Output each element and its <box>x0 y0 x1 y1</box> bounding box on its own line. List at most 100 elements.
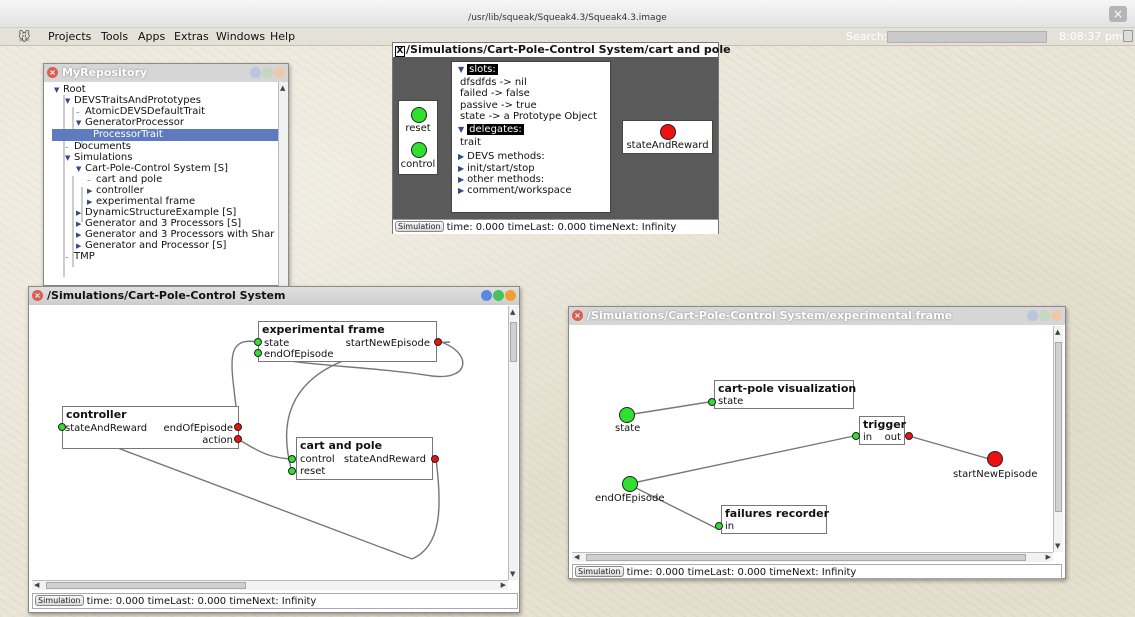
ef-window-title-bar[interactable]: × /Simulations/Cart-Pole-Control System/… <box>569 307 1065 325</box>
close-icon[interactable]: X <box>395 46 405 57</box>
menu-apps[interactable]: Apps <box>138 30 165 43</box>
scroll-up-icon[interactable]: ▲ <box>280 84 285 92</box>
scroll-thumb[interactable] <box>1055 342 1062 512</box>
tree-item-generator-processor[interactable]: ▼ GeneratorProcessor <box>76 117 184 130</box>
inspector-title-bar[interactable]: X/Simulations/Cart-Pole-Control System/c… <box>393 43 731 57</box>
tree-item-gen-proc[interactable]: ▶ Generator and Processor [S] <box>76 240 226 253</box>
scroll-right-icon[interactable]: ▶ <box>1046 553 1051 561</box>
squeak-logo-icon[interactable]: 🐭 <box>18 30 31 44</box>
system-horizontal-scrollbar[interactable]: ◀ ▶ <box>32 580 508 590</box>
scroll-left-icon[interactable]: ◀ <box>574 553 579 561</box>
chevron-right-icon[interactable]: ▶ <box>458 164 464 173</box>
chevron-down-icon[interactable]: ▼ <box>458 65 464 74</box>
chevron-down-icon[interactable]: ▼ <box>65 96 74 108</box>
scroll-thumb[interactable] <box>510 322 517 362</box>
menu-help[interactable]: Help <box>270 30 295 43</box>
other-methods-section[interactable]: ▶ other methods: <box>458 174 610 185</box>
tree-item-processor-trait[interactable]: ProcessorTrait <box>52 129 280 141</box>
close-icon[interactable]: × <box>572 310 583 321</box>
ef-diagram-canvas[interactable]: state endOfEpisode startNewEpisode cart-… <box>572 326 1053 552</box>
system-vertical-scrollbar[interactable]: ▲ ▼ <box>508 306 518 580</box>
search-input[interactable] <box>887 31 1047 43</box>
scroll-right-icon[interactable]: ▶ <box>501 581 506 589</box>
chevron-down-icon[interactable]: ▼ <box>54 85 63 97</box>
simulation-button[interactable]: Simulation <box>35 595 84 606</box>
comment-workspace-section[interactable]: ▶ comment/workspace <box>458 185 610 196</box>
scroll-up-icon[interactable]: ▲ <box>510 308 515 316</box>
ef-start-new-episode-output-port[interactable] <box>987 451 1003 467</box>
menu-icon[interactable] <box>1051 310 1062 321</box>
collapse-icon[interactable] <box>481 290 492 301</box>
menu-icon[interactable] <box>274 67 285 78</box>
expand-icon[interactable] <box>262 67 273 78</box>
ef-end-of-episode-port[interactable] <box>254 349 262 357</box>
failures-recorder-in-port[interactable] <box>715 522 723 530</box>
menu-extras[interactable]: Extras <box>174 30 209 43</box>
delegate-item[interactable]: trait <box>458 137 610 148</box>
chevron-down-icon[interactable]: ▼ <box>76 164 85 176</box>
repository-scrollbar[interactable]: ▲ <box>278 82 288 287</box>
menu-icon[interactable] <box>505 290 516 301</box>
cp-state-and-reward-port[interactable] <box>431 455 439 463</box>
expand-icon[interactable] <box>493 290 504 301</box>
controller-action-port[interactable] <box>234 435 242 443</box>
repository-title: MyRepository <box>62 66 148 79</box>
visualization-state-port[interactable] <box>708 398 716 406</box>
menu-projects[interactable]: Projects <box>48 30 91 43</box>
close-icon[interactable]: × <box>47 67 58 78</box>
collapse-icon[interactable] <box>250 67 261 78</box>
slots-section[interactable]: ▼ slots: <box>458 64 610 75</box>
failures-recorder-block[interactable]: failures recorder in <box>721 505 829 534</box>
chevron-right-icon[interactable]: ▶ <box>458 186 464 195</box>
controller-end-of-episode-port[interactable] <box>234 423 242 431</box>
ef-horizontal-scrollbar[interactable]: ◀ ▶ <box>572 552 1053 562</box>
scroll-left-icon[interactable]: ◀ <box>34 581 39 589</box>
expand-icon[interactable] <box>1039 310 1050 321</box>
chevron-right-icon[interactable]: ▶ <box>458 152 464 161</box>
trigger-in-port[interactable] <box>852 432 860 440</box>
chevron-down-icon[interactable]: ▼ <box>76 118 85 130</box>
cp-control-port[interactable] <box>288 455 296 463</box>
simulation-button[interactable]: Simulation <box>395 221 444 232</box>
chevron-down-icon[interactable]: ▼ <box>458 125 464 134</box>
simulation-button[interactable]: Simulation <box>575 566 624 577</box>
trigger-out-port[interactable] <box>905 432 913 440</box>
scroll-thumb[interactable] <box>46 582 246 589</box>
ef-state-input-port[interactable] <box>619 407 635 423</box>
scroll-down-icon[interactable]: ▼ <box>510 570 515 578</box>
close-icon[interactable]: × <box>32 290 43 301</box>
trigger-block[interactable]: trigger in out <box>859 416 906 445</box>
system-diagram-canvas[interactable]: experimental frame state endOfEpisode st… <box>32 306 508 580</box>
repository-title-bar[interactable]: × MyRepository <box>44 64 288 82</box>
controller-action-label: action <box>202 435 233 446</box>
ef-start-new-episode-port[interactable] <box>434 338 442 346</box>
scroll-down-icon[interactable]: ▼ <box>1055 542 1060 550</box>
slot-item[interactable]: state -> a Prototype Object <box>458 111 610 122</box>
tree-item-tmp[interactable]: – TMP <box>65 251 95 264</box>
devs-methods-section[interactable]: ▶ DEVS methods: <box>458 151 610 162</box>
slot-item[interactable]: dfsdfds -> nil <box>458 77 610 88</box>
chevron-right-icon[interactable]: ▶ <box>458 175 464 184</box>
ef-state-port[interactable] <box>254 338 262 346</box>
controller-state-and-reward-port[interactable] <box>58 423 66 431</box>
cp-reset-port[interactable] <box>288 467 296 475</box>
menu-windows[interactable]: Windows <box>216 30 265 43</box>
collapse-icon[interactable] <box>1027 310 1038 321</box>
os-close-button[interactable]: × <box>1109 6 1127 22</box>
chevron-down-icon[interactable]: ▼ <box>65 153 74 165</box>
init-start-stop-section[interactable]: ▶ init/start/stop <box>458 163 610 174</box>
cart-and-pole-block[interactable]: cart and pole control reset stateAndRewa… <box>296 437 433 480</box>
ef-vertical-scrollbar[interactable]: ▲ ▼ <box>1053 326 1063 552</box>
delegates-section[interactable]: ▼ delegates: <box>458 124 610 136</box>
slot-item[interactable]: passive -> true <box>458 100 610 111</box>
experimental-frame-block[interactable]: experimental frame state endOfEpisode st… <box>258 321 437 362</box>
cart-pole-visualization-block[interactable]: cart-pole visualization state <box>714 380 856 409</box>
ef-end-of-episode-input-port[interactable] <box>622 476 638 492</box>
system-window-title-bar[interactable]: × /Simulations/Cart-Pole-Control System <box>29 287 519 305</box>
window-list-icon[interactable] <box>1123 30 1133 42</box>
slot-item[interactable]: failed -> false <box>458 88 610 99</box>
scroll-up-icon[interactable]: ▲ <box>1055 328 1060 336</box>
controller-block[interactable]: controller stateAndReward endOfEpisode a… <box>62 406 239 449</box>
scroll-thumb[interactable] <box>586 554 1026 561</box>
menu-tools[interactable]: Tools <box>101 30 128 43</box>
